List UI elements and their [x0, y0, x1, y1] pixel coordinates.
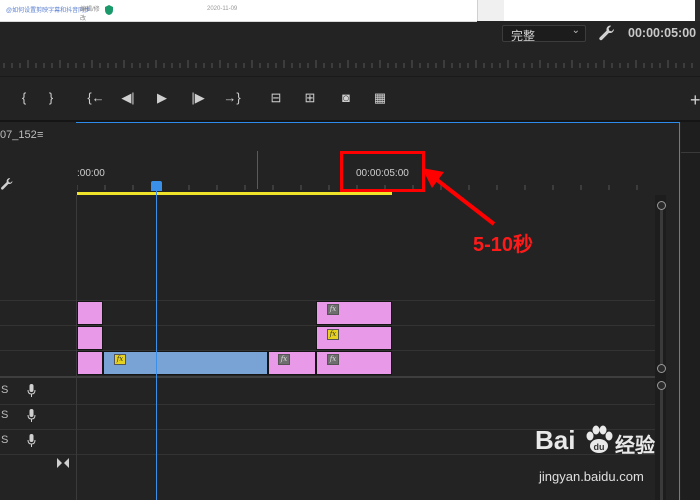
go-to-out-button[interactable]: →}: [222, 89, 242, 107]
video-clip[interactable]: [77, 326, 103, 350]
audio-track-label: S: [1, 434, 9, 446]
watermark-brand: Bai: [535, 425, 576, 455]
panel-focus-border: [679, 122, 680, 500]
resolution-value: 完整: [511, 29, 536, 43]
go-to-in-button[interactable]: {←: [86, 89, 106, 107]
fx-badge: fx: [327, 354, 339, 365]
add-button[interactable]: +: [690, 90, 700, 111]
playhead-line[interactable]: [156, 186, 157, 500]
audio-track-label: S: [1, 409, 9, 421]
fx-badge: fx: [327, 304, 339, 315]
window-scrollbar[interactable]: [695, 0, 700, 21]
video-clip[interactable]: fx: [316, 351, 392, 375]
browser-link-text[interactable]: @如何设置剪映字幕和抖音同步: [6, 5, 90, 14]
browser-date: 2020-11-09: [207, 6, 238, 12]
lift-button[interactable]: ⊟: [266, 89, 286, 107]
shield-icon: [105, 5, 113, 15]
audio-track-label: S: [1, 384, 9, 396]
browser-tag: 编辑/修改: [80, 7, 100, 22]
mark-out-button[interactable]: }: [41, 89, 61, 107]
video-audio-divider: [0, 376, 655, 378]
adjacent-panel: [681, 122, 700, 500]
scroll-handle[interactable]: [657, 381, 666, 390]
playhead-timecode[interactable]: 00:00:05:00: [628, 26, 696, 40]
video-clip[interactable]: fx: [316, 326, 392, 350]
video-clip[interactable]: [77, 301, 103, 325]
sequence-tab[interactable]: 07_152: [0, 129, 37, 141]
resolution-dropdown[interactable]: 完整 ⌄: [502, 25, 586, 43]
watermark-url: jingyan.baidu.com: [539, 469, 644, 484]
microphone-icon[interactable]: [27, 384, 36, 397]
video-clip[interactable]: fx: [268, 351, 316, 375]
watermark-brand-end: 经验: [615, 435, 655, 457]
paw-icon: du: [586, 425, 613, 453]
window-panel: [477, 0, 504, 21]
play-button[interactable]: ▶: [152, 89, 172, 107]
scrollbar-track[interactable]: [660, 390, 663, 500]
scroll-handle[interactable]: [657, 364, 666, 373]
bowtie-icon[interactable]: [57, 458, 69, 468]
baidu-jingyan-watermark: Bai du 经验: [535, 425, 660, 461]
browser-window-edge: [477, 0, 700, 21]
svg-text:du: du: [594, 442, 605, 452]
microphone-icon[interactable]: [27, 409, 36, 422]
scrollbar-track[interactable]: [660, 210, 663, 370]
wrench-icon[interactable]: [598, 24, 616, 42]
track-divider: [0, 404, 655, 405]
panel-focus-border: [76, 122, 680, 123]
program-ruler[interactable]: [0, 54, 700, 68]
fx-badge: fx: [278, 354, 290, 365]
microphone-icon[interactable]: [27, 434, 36, 447]
annotation-arrow-icon: [422, 168, 496, 226]
annotation-text: 5-10秒: [473, 234, 534, 256]
fx-badge: fx: [327, 329, 339, 340]
extract-button[interactable]: ⊞: [300, 89, 320, 107]
panel-menu-icon[interactable]: ≡: [37, 129, 43, 141]
timeline-settings-wrench-icon[interactable]: [0, 177, 14, 191]
video-clip[interactable]: fx: [103, 351, 268, 375]
chevron-down-icon: ⌄: [571, 25, 580, 36]
divider: [0, 76, 700, 77]
video-clip[interactable]: [77, 351, 103, 375]
timeline-timecode-start: :00:00: [77, 168, 105, 179]
video-clip[interactable]: fx: [316, 301, 392, 325]
step-forward-button[interactable]: |▶: [188, 89, 208, 107]
fx-badge: fx: [114, 354, 126, 365]
scroll-handle[interactable]: [657, 201, 666, 210]
mark-in-button[interactable]: {: [14, 89, 34, 107]
playhead-handle[interactable]: [151, 181, 162, 191]
browser-strip: @如何设置剪映字幕和抖音同步 编辑/修改 2020-11-09: [0, 0, 477, 22]
export-frame-button[interactable]: ◙: [336, 89, 356, 107]
comparison-view-button[interactable]: ▦: [370, 89, 390, 107]
step-back-button[interactable]: ◀|: [118, 89, 138, 107]
